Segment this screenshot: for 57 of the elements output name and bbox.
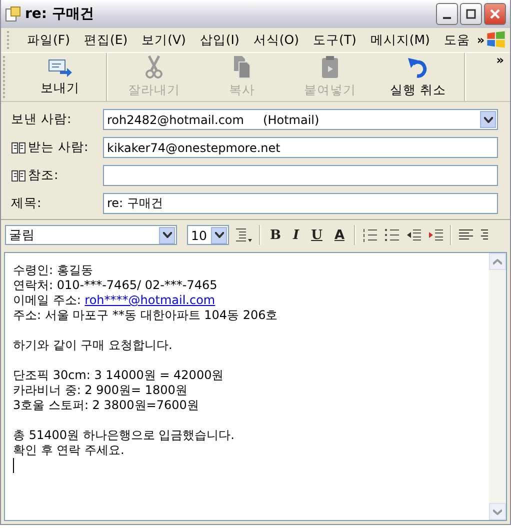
input-field[interactable]	[103, 165, 498, 186]
menu-item[interactable]: 삽입(I)	[192, 32, 246, 48]
body-text: 주소: 서울 마포구 **동 대한아파트 104동 206호	[13, 308, 278, 322]
menu-item[interactable]: 서식(O)	[246, 32, 306, 48]
body-text: 카라비너 중: 2 900원= 1800원	[13, 383, 188, 397]
bold-button[interactable]: B	[267, 228, 284, 242]
menu-item[interactable]: 메시지(M)	[363, 32, 437, 48]
paragraph-style-icon[interactable]	[235, 227, 253, 243]
body-text: 3호울 스토퍼: 2 3800원=7600원	[13, 398, 199, 412]
window-title: re: 구매건	[25, 5, 95, 23]
field-label: 받는 사람:	[28, 139, 88, 156]
menu-item[interactable]: 도움	[436, 32, 477, 48]
message-icon	[5, 6, 21, 22]
envelope-arrow-icon	[48, 57, 72, 77]
email-link[interactable]: roh****@hotmail.com	[84, 293, 216, 307]
copy-icon	[232, 55, 252, 79]
undo-button[interactable]: 실행 취소	[374, 53, 462, 101]
field-label: 제목:	[11, 195, 42, 212]
body-text: 연락처: 010-***-7465/ 02-***-7465	[13, 278, 218, 292]
send-button[interactable]: 보내기	[16, 53, 104, 101]
maximize-icon	[466, 9, 476, 19]
body-text: 수령인: 홍길동	[13, 263, 93, 277]
body-text: 단조픽 30cm: 3 14000원 = 42000원	[13, 368, 224, 382]
decrease-indent-icon[interactable]	[406, 227, 422, 243]
field-label: 참조:	[28, 167, 58, 184]
scissors-icon	[144, 55, 164, 79]
body-text: 이메일 주소:	[13, 293, 82, 307]
text-cursor	[13, 458, 14, 473]
address-book-icon[interactable]	[11, 141, 26, 154]
underline-button[interactable]: U	[308, 228, 326, 242]
input-field[interactable]: re: 구매건	[103, 193, 498, 214]
close-icon	[489, 8, 501, 20]
minimize-icon	[443, 17, 451, 19]
address-book-icon[interactable]	[11, 169, 26, 182]
menu-item[interactable]: 보기(V)	[134, 32, 193, 48]
clipboard-icon	[320, 55, 340, 79]
input-field[interactable]: kikaker74@onestepmore.net	[103, 137, 498, 158]
maximize-button[interactable]	[460, 3, 482, 25]
numbered-list-icon[interactable]	[362, 227, 378, 243]
body-text: 확인 후 연락 주세요.	[13, 443, 124, 457]
font-dropdown[interactable]: 굴림	[5, 225, 177, 245]
size-dropdown[interactable]: 10	[187, 225, 229, 245]
italic-button[interactable]: I	[290, 228, 302, 242]
menu-item[interactable]: 파일(F)	[20, 32, 77, 48]
menu-item[interactable]: 도구(T)	[306, 32, 364, 48]
menu-item[interactable]: 편집(E)	[76, 32, 135, 48]
body-text: 총 51400원 하나은행으로 입금했습니다.	[13, 428, 234, 442]
bullet-list-icon[interactable]	[384, 227, 400, 243]
minimize-button[interactable]	[436, 3, 458, 25]
close-button[interactable]	[484, 3, 506, 25]
increase-indent-icon[interactable]	[428, 227, 444, 243]
body-text: 하기와 같이 구매 요청합니다.	[13, 338, 172, 352]
toolbar-overflow-button[interactable]: »	[468, 53, 510, 101]
field-label: 보낸 사람:	[11, 111, 72, 128]
menu-overflow-button[interactable]: »	[476, 33, 485, 47]
account-dropdown[interactable]: roh2482@hotmail.com (Hotmail)	[103, 109, 498, 130]
font-color-button[interactable]: A	[331, 228, 348, 242]
